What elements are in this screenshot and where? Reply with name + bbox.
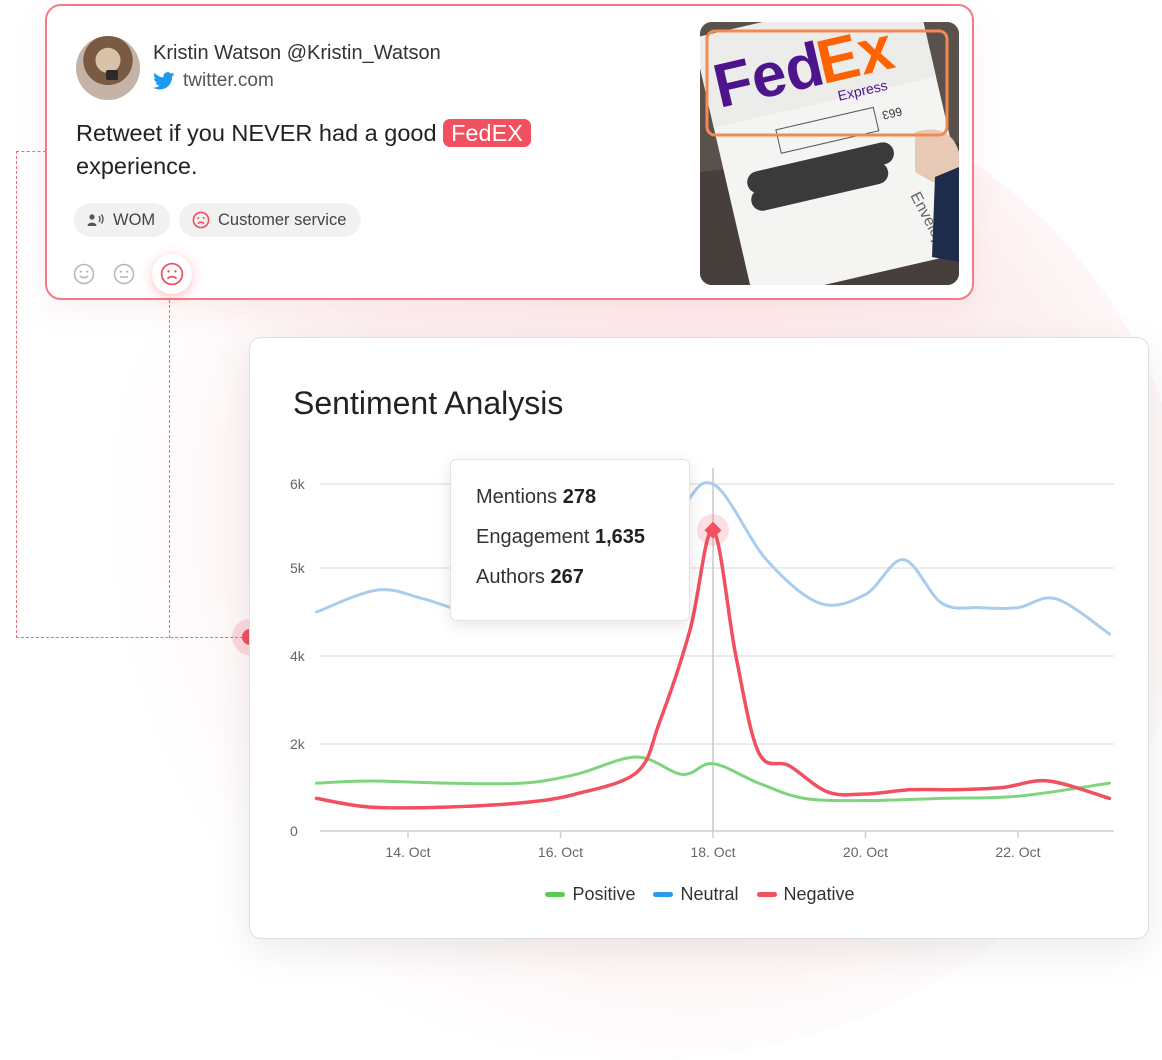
y-tick-label: 0 xyxy=(290,823,298,839)
source-label: twitter.com xyxy=(183,70,274,91)
twitter-icon xyxy=(153,72,175,90)
sentiment-line-chart[interactable]: 0 2k 4k 5k 6k 14. Oct 16. Oct 18. Oct 20. Oct 22.… xyxy=(250,338,1150,940)
tweet-image[interactable]: Fed Ex Express 663 Envelope xyxy=(700,22,959,285)
y-tick-label: 5k xyxy=(290,560,306,576)
connector-line xyxy=(16,151,17,638)
x-tick-label: 18. Oct xyxy=(690,844,735,860)
tooltip-value: 1,635 xyxy=(594,526,646,548)
brand-mention-highlight[interactable]: FedEX xyxy=(443,119,531,147)
tooltip-label: Mentions xyxy=(476,486,558,508)
tweet-text: Retweet if you NEVER had a good FedEX ex… xyxy=(76,117,636,183)
sentiment-chart-card: Sentiment Analysis 0 2k 4k 5k 6k 14. Oct 16. O… xyxy=(249,337,1149,939)
legend-label: Negative xyxy=(783,884,855,904)
legend-swatch xyxy=(545,892,566,897)
megaphone-icon xyxy=(87,214,104,226)
sentiment-positive-button[interactable] xyxy=(72,262,96,286)
y-tick-label: 6k xyxy=(290,476,306,492)
neutral-face-icon xyxy=(113,263,135,285)
chart-tooltip: Mentions 278 Engagement 1,635 Authors 26… xyxy=(450,459,690,621)
tweet-text-after: experience. xyxy=(76,153,198,179)
tweet-source: twitter.com xyxy=(153,70,274,92)
avatar[interactable] xyxy=(76,36,140,100)
sentiment-neutral-button[interactable] xyxy=(112,262,136,286)
connector-line xyxy=(16,151,46,152)
sentiment-selector xyxy=(72,254,192,294)
legend-item-neutral[interactable]: Neutral xyxy=(653,884,739,905)
connector-line xyxy=(169,290,170,638)
tag-label: Customer service xyxy=(218,210,347,229)
legend-item-negative[interactable]: Negative xyxy=(756,884,855,905)
y-tick-label: 2k xyxy=(290,736,306,752)
tag-label: WOM xyxy=(113,210,156,229)
legend-label: Neutral xyxy=(680,884,739,904)
sad-face-icon xyxy=(192,211,210,229)
tag-customer-service[interactable]: Customer service xyxy=(179,203,362,237)
tweet-card[interactable]: Kristin Watson @Kristin_Watson twitter.c… xyxy=(45,4,974,300)
fedex-envelope-photo: Fed Ex Express 663 Envelope xyxy=(700,22,959,285)
x-tick-label: 22. Oct xyxy=(995,844,1040,860)
connector-line xyxy=(16,637,248,638)
tooltip-label: Engagement xyxy=(476,526,590,548)
y-tick-label: 4k xyxy=(290,648,306,664)
tooltip-mentions: Mentions 278 xyxy=(476,486,689,526)
sentiment-negative-button[interactable] xyxy=(152,254,192,294)
legend-swatch xyxy=(653,892,674,897)
legend-label: Positive xyxy=(572,884,636,904)
tweet-author[interactable]: Kristin Watson @Kristin_Watson xyxy=(153,42,441,65)
x-tick-label: 16. Oct xyxy=(538,844,583,860)
tooltip-engagement: Engagement 1,635 xyxy=(476,526,689,566)
tag-wom[interactable]: WOM xyxy=(74,203,171,237)
positive-face-icon xyxy=(73,263,95,285)
tooltip-label: Authors xyxy=(476,566,545,588)
legend-swatch xyxy=(756,892,777,897)
tooltip-value: 267 xyxy=(550,566,584,588)
x-tick-label: 14. Oct xyxy=(385,844,430,860)
tweet-text-before: Retweet if you NEVER had a good xyxy=(76,120,437,146)
chart-legend: Positive Neutral Negative xyxy=(250,884,1150,905)
negative-face-icon xyxy=(160,262,184,286)
tooltip-authors: Authors 267 xyxy=(476,566,689,606)
legend-item-positive[interactable]: Positive xyxy=(545,884,635,905)
tooltip-value: 278 xyxy=(562,486,597,508)
x-tick-label: 20. Oct xyxy=(843,844,888,860)
